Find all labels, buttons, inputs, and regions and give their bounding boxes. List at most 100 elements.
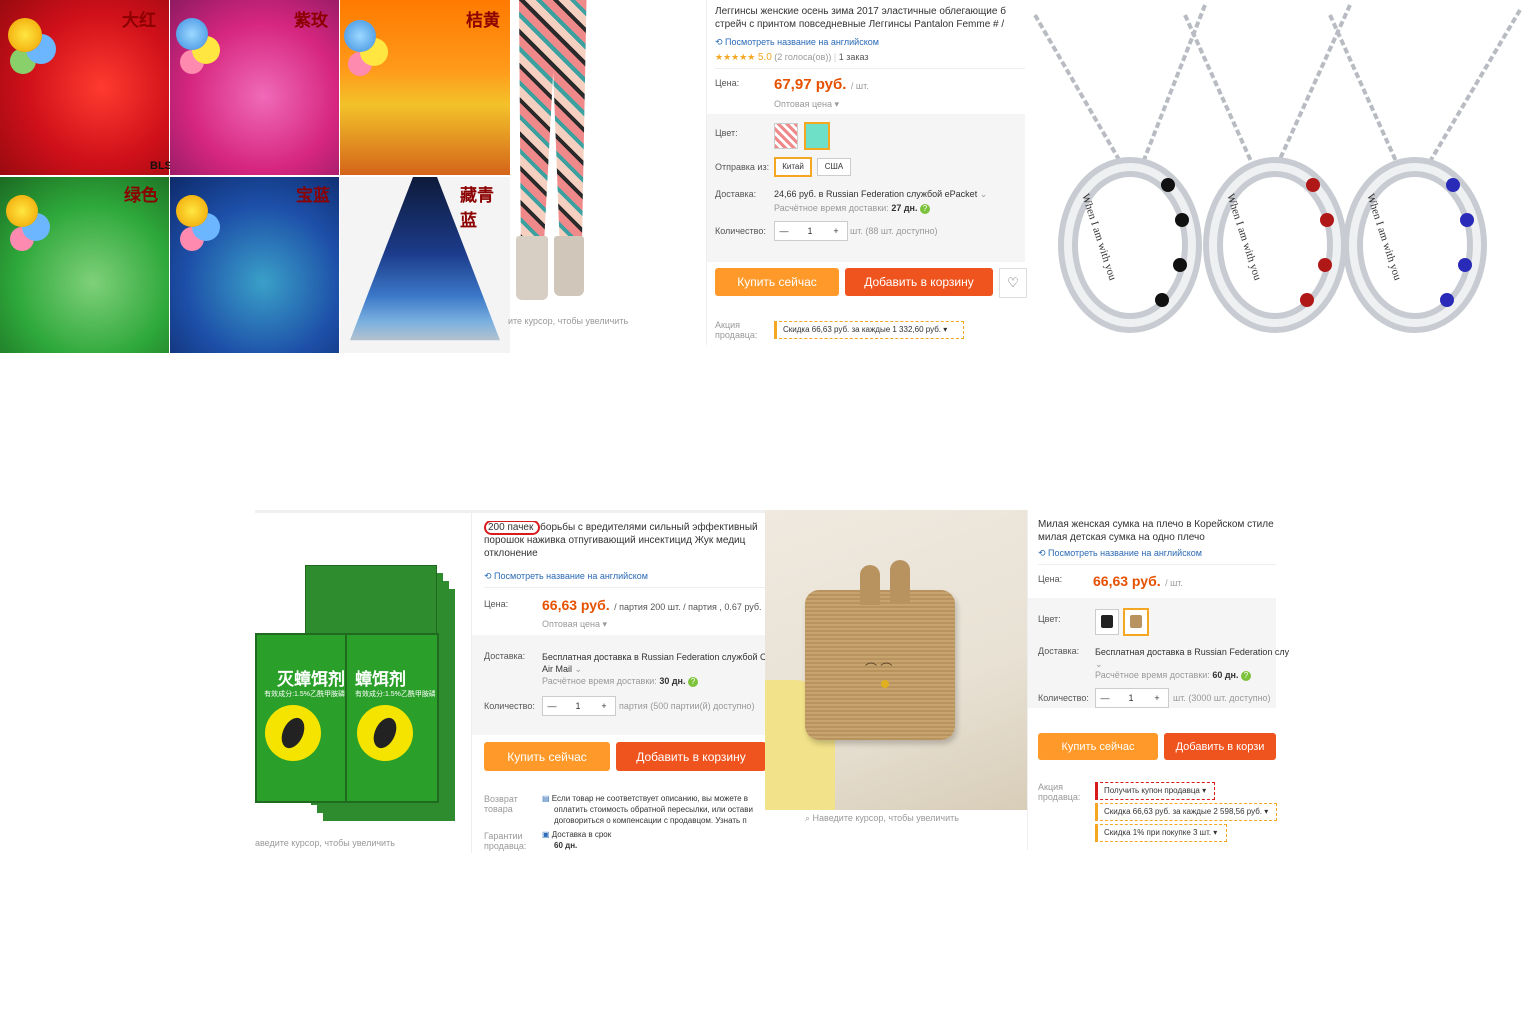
return-line: оплатить стоимость обратной пересылки, и… bbox=[554, 805, 753, 814]
coupon-text: Получить купон продавца bbox=[1104, 786, 1200, 795]
leggings-legs bbox=[519, 0, 587, 240]
add-to-cart-button[interactable]: Добавить в корзину bbox=[616, 742, 766, 771]
guarantee-line: 60 дн. bbox=[554, 841, 578, 850]
price-unit: / партия 200 шт. / партия , 0.67 руб. bbox=[614, 602, 762, 612]
delivery-text[interactable]: Бесплатная доставка в Russian Federation… bbox=[542, 651, 767, 675]
delivery-text[interactable]: 24,66 руб. в Russian Federation службой … bbox=[774, 189, 987, 200]
translate-link[interactable]: ⟲ Посмотреть название на английском bbox=[484, 571, 648, 582]
promo-text: Скидка 66,63 руб. за каждые 2 598,56 руб… bbox=[1104, 807, 1263, 816]
qty-minus-button[interactable]: — bbox=[775, 226, 793, 236]
price-row: 66,63 руб. / шт. bbox=[1093, 573, 1183, 591]
qty-plus-button[interactable]: + bbox=[595, 701, 613, 711]
qty-minus-button[interactable]: — bbox=[543, 701, 561, 711]
engraving-text: When I am with you bbox=[1364, 192, 1404, 282]
ship-from-usa[interactable]: США bbox=[817, 158, 851, 176]
engraving-text: When I am with you bbox=[1224, 192, 1264, 282]
zoom-hint-label: Наведите курсор, чтобы увеличить bbox=[812, 813, 959, 823]
add-to-cart-button[interactable]: Добавить в корзину bbox=[845, 268, 993, 296]
scarf-tile-magenta: 紫玫 bbox=[170, 0, 339, 175]
color-label: Цвет: bbox=[1038, 614, 1061, 624]
help-icon[interactable]: ? bbox=[688, 677, 698, 687]
quantity-stepper[interactable]: — 1 + bbox=[1095, 688, 1169, 708]
chain-strand bbox=[1273, 4, 1352, 171]
chain-strand bbox=[1183, 14, 1257, 171]
product-title: 200 пачек борьбы с вредителями сильный э… bbox=[484, 521, 766, 560]
qty-plus-button[interactable]: + bbox=[827, 226, 845, 236]
quantity-stepper[interactable]: — 1 + bbox=[774, 221, 848, 241]
stock-info: партия (500 партии(й) доступно) bbox=[619, 701, 755, 711]
qty-plus-button[interactable]: + bbox=[1148, 693, 1166, 703]
quantity-stepper[interactable]: — 1 + bbox=[542, 696, 616, 716]
leggings-zoom-hint: ите курсор, чтобы увеличить bbox=[508, 316, 629, 326]
wishlist-button[interactable]: ♡ bbox=[999, 268, 1027, 298]
return-label-line: Возврат bbox=[484, 794, 518, 804]
help-icon[interactable]: ? bbox=[1241, 671, 1251, 681]
return-icon: ▤ bbox=[542, 794, 552, 803]
engraving-text: When I am with you bbox=[1079, 192, 1119, 282]
seller-coupon[interactable]: Получить купон продавца ▾ bbox=[1095, 782, 1215, 800]
delivery-value: Бесплатная доставка в Russian Federation… bbox=[1095, 647, 1290, 657]
leggings-image[interactable] bbox=[510, 0, 620, 312]
delivery-label: Доставка: bbox=[715, 189, 757, 199]
title-line: отклонение bbox=[484, 548, 538, 559]
ship-from-label: Отправка из: bbox=[715, 162, 770, 172]
buy-now-button[interactable]: Купить сейчас bbox=[484, 742, 610, 771]
color-swatch-mint[interactable] bbox=[804, 122, 830, 150]
buy-now-button[interactable]: Купить сейчас bbox=[1038, 733, 1158, 760]
add-to-cart-button[interactable]: Добавить в корзи bbox=[1164, 733, 1276, 760]
title-line: милая детская сумка на одно плечо bbox=[1038, 532, 1205, 543]
chevron-down-icon: ⌄ bbox=[574, 664, 583, 674]
wholesale-link[interactable]: Оптовая цена ▾ bbox=[542, 619, 607, 630]
price-value: 66,63 руб. bbox=[542, 597, 610, 613]
guarantee-label-line: продавца: bbox=[484, 841, 527, 851]
stock-info: шт. (88 шт. доступно) bbox=[850, 226, 938, 236]
scarf-color-label: 桔黄 bbox=[466, 11, 500, 31]
delivery-time-value: 30 дн. bbox=[659, 676, 686, 686]
rating-row: ★★★★★ 5.0 (2 голоса(ов)) | 1 заказ bbox=[715, 52, 869, 63]
qty-label: Количество: bbox=[715, 226, 766, 236]
search-icon: ⌕ bbox=[805, 813, 813, 823]
qty-minus-button[interactable]: — bbox=[1096, 693, 1114, 703]
rating-value: 5.0 bbox=[757, 52, 772, 63]
scarf-tile-navy: 藏青蓝 bbox=[340, 177, 510, 353]
rose-decoration bbox=[176, 195, 208, 227]
translate-link[interactable]: ⟲ Посмотреть название на английском bbox=[715, 37, 879, 48]
return-line: договориться о компенсации с продавцом. … bbox=[542, 815, 753, 826]
cockroach-icon bbox=[277, 714, 309, 752]
wholesale-link[interactable]: Оптовая цена ▾ bbox=[774, 99, 839, 110]
rating-stars-icon: ★★★★★ bbox=[715, 52, 756, 62]
return-line-text[interactable]: договориться о компенсации с продавцом. … bbox=[554, 816, 747, 825]
rose-decoration bbox=[344, 20, 376, 52]
qty-value[interactable]: 1 bbox=[561, 701, 595, 711]
delivery-time-label: Расчётное время доставки: bbox=[774, 203, 889, 213]
color-swatch-pattern[interactable] bbox=[774, 123, 798, 149]
seller-discount-promo[interactable]: Скидка 66,63 руб. за каждые 2 598,56 руб… bbox=[1095, 803, 1277, 821]
seller-discount-promo[interactable]: Скидка 66,63 руб. за каждые 1 332,60 руб… bbox=[774, 321, 964, 339]
translate-link-label: Посмотреть название на английском bbox=[725, 37, 879, 47]
pack-sub: 有效成分:1.5%乙酰甲胺磷 bbox=[355, 691, 435, 698]
delivery-text[interactable]: Бесплатная доставка в Russian Federation… bbox=[1095, 646, 1289, 670]
scarf-color-label: 紫玫 bbox=[294, 11, 328, 31]
price-label: Цена: bbox=[1038, 574, 1063, 584]
bag-image[interactable]: ⌒ ⌒ bbox=[765, 510, 1027, 810]
price-label: Цена: bbox=[484, 599, 509, 609]
help-icon[interactable]: ? bbox=[920, 204, 930, 214]
buy-now-button[interactable]: Купить сейчас bbox=[715, 268, 839, 296]
pest-image[interactable]: 灭蟑饵剂 有效成分:1.5%乙酰甲胺磷 蟑饵剂 有效成分:1.5%乙酰甲胺磷 bbox=[255, 565, 445, 805]
color-swatch-black[interactable] bbox=[1095, 609, 1119, 635]
rose-decoration bbox=[8, 18, 42, 52]
color-swatch-beige[interactable] bbox=[1123, 608, 1149, 636]
chain-strand bbox=[1423, 8, 1522, 172]
ship-from-china[interactable]: Китай bbox=[774, 157, 812, 177]
pack-text: 蟑饵剂 bbox=[355, 670, 406, 690]
translate-link[interactable]: ⟲ Посмотреть название на английском bbox=[1038, 548, 1202, 559]
qty-value[interactable]: 1 bbox=[1114, 693, 1148, 703]
delivery-time: Расчётное время доставки: 30 дн. ? bbox=[542, 676, 698, 687]
product-title: Милая женская сумка на плечо в Корейском… bbox=[1038, 518, 1276, 544]
qty-value[interactable]: 1 bbox=[793, 226, 827, 236]
rating-votes[interactable]: (2 голоса(ов)) bbox=[774, 52, 831, 62]
title-line: 200 пачек борьбы с вредителями сильный э… bbox=[484, 521, 766, 535]
delivery-time-value: 60 дн. bbox=[1212, 670, 1239, 680]
bulk-discount-promo[interactable]: Скидка 1% при покупке 3 шт. ▾ bbox=[1095, 824, 1227, 842]
chevron-down-icon: ⌄ bbox=[979, 189, 988, 199]
